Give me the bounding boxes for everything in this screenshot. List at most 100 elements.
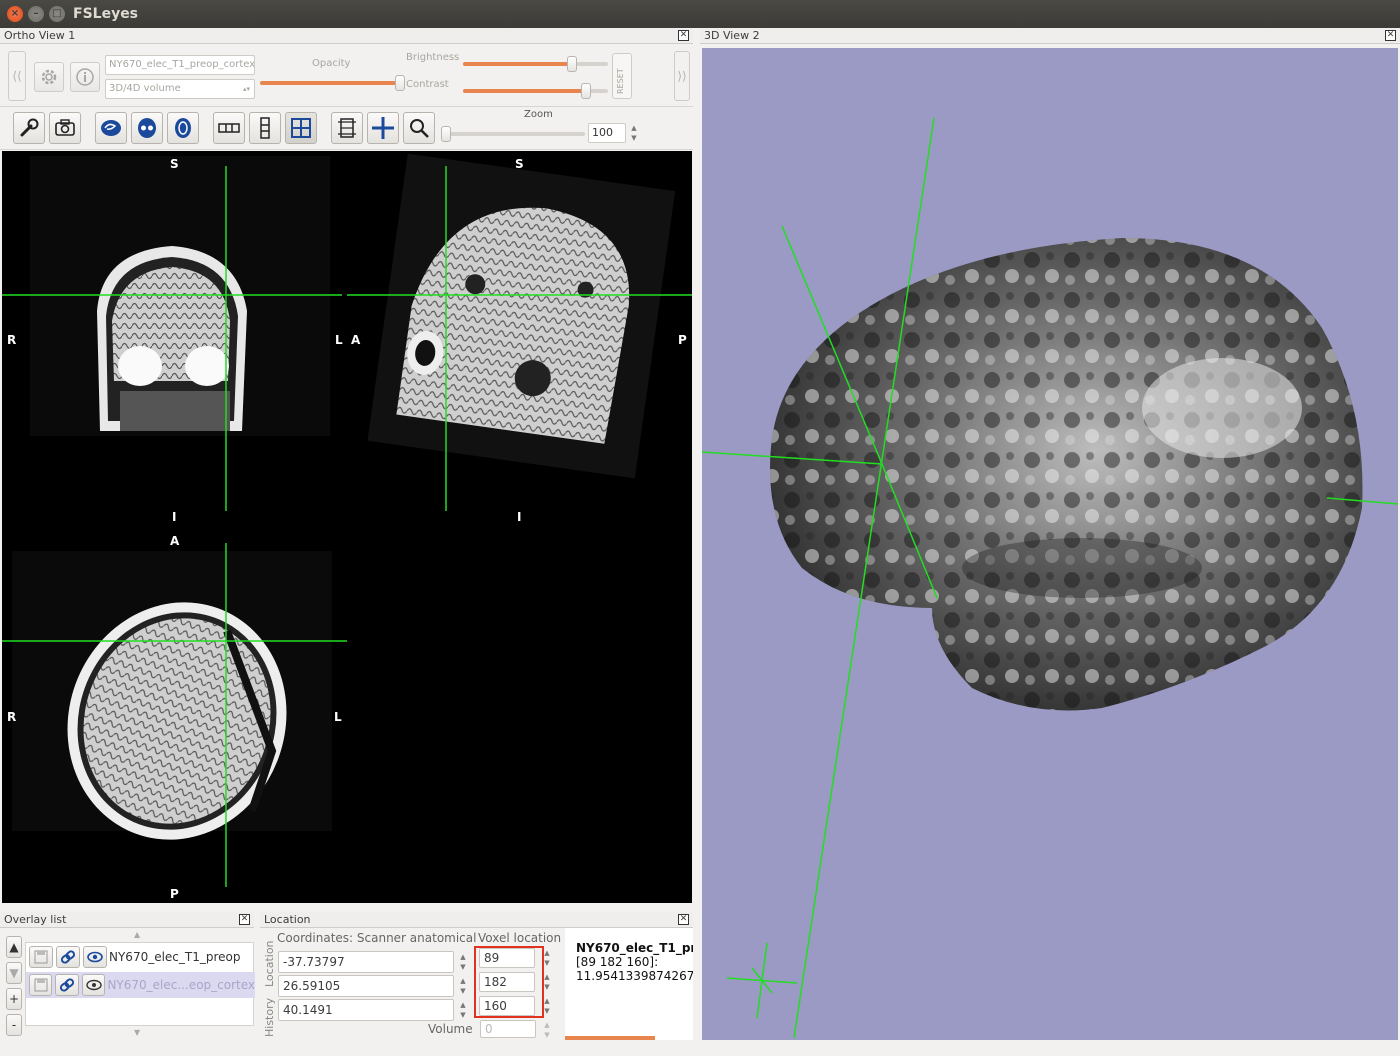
- axial-bottom-label: P: [170, 887, 179, 901]
- move-overlay-down-button[interactable]: ▼: [6, 962, 22, 984]
- ortho-view-close-button[interactable]: ✕: [678, 30, 689, 41]
- reset-button[interactable]: RESET: [612, 53, 632, 99]
- opacity-slider[interactable]: [260, 75, 405, 91]
- contrast-slider[interactable]: [463, 83, 608, 99]
- toolbar-scroll-left-button[interactable]: ⟨⟨: [8, 51, 26, 101]
- vertical-layout-button[interactable]: [249, 112, 281, 144]
- coord-z-field[interactable]: 40.1491: [278, 999, 454, 1021]
- sagittal-slice: [367, 153, 676, 479]
- brightness-slider[interactable]: [463, 56, 608, 72]
- list-scroll-down-icon[interactable]: ▼: [134, 1028, 140, 1037]
- coronal-right-label: L: [335, 333, 343, 347]
- coronal-bottom-label: I: [172, 510, 177, 524]
- overlay-list-close-button[interactable]: ✕: [239, 914, 250, 925]
- camera-icon: [55, 119, 75, 136]
- visibility-toggle-button[interactable]: [81, 974, 106, 996]
- view3d-close-button[interactable]: ✕: [1385, 30, 1396, 41]
- window-maximize-button[interactable]: □: [49, 6, 65, 22]
- window-close-button[interactable]: ×: [7, 6, 23, 22]
- link-icon: [60, 978, 75, 992]
- coord-x-spin[interactable]: ▲ ▼: [457, 952, 469, 974]
- remove-overlay-button[interactable]: -: [6, 1014, 22, 1036]
- overlay-list-item-selected[interactable]: NY670_elec...eop_cortex: [26, 972, 255, 998]
- location-close-button[interactable]: ✕: [678, 914, 689, 925]
- toggle-axial-button[interactable]: [167, 112, 199, 144]
- save-overlay-button[interactable]: [29, 946, 53, 968]
- view3d-title-bar: 3D View 2 ✕: [700, 28, 1400, 44]
- window-minimize-button[interactable]: –: [28, 6, 44, 22]
- floppy-icon: [34, 950, 48, 964]
- crosshair-icon: [372, 117, 394, 139]
- overlay-list-title-bar: Overlay list ✕: [0, 912, 254, 928]
- add-overlay-button[interactable]: +: [6, 988, 22, 1010]
- vertical-layout-icon: [260, 117, 270, 139]
- link-overlay-button[interactable]: [55, 974, 79, 996]
- volume-spin[interactable]: ▲ ▼: [541, 1020, 553, 1039]
- info-overlay-name: NY670_elec_T1_pr: [576, 941, 693, 955]
- coord-y-field[interactable]: 26.59105: [278, 975, 454, 997]
- voxel-z-field[interactable]: 160: [479, 996, 535, 1016]
- location-title: Location: [264, 913, 311, 926]
- axes-indicator: [726, 942, 798, 1019]
- toggle-sagittal-button[interactable]: [95, 112, 127, 144]
- sagittal-right-label: P: [678, 333, 687, 347]
- brain-render: [702, 117, 1398, 1039]
- toggle-cursor-button[interactable]: [367, 112, 399, 144]
- zoom-slider-thumb[interactable]: [441, 126, 451, 142]
- history-tab[interactable]: History: [263, 994, 277, 1040]
- move-overlay-up-button[interactable]: ▲: [6, 936, 22, 958]
- contrast-slider-fill: [463, 89, 587, 93]
- toggle-coronal-button[interactable]: [131, 112, 163, 144]
- voxel-x-spin[interactable]: ▲ ▼: [541, 948, 553, 970]
- reset-label: RESET: [616, 68, 625, 94]
- view-settings-button[interactable]: [13, 112, 45, 144]
- zoom-spin-button[interactable]: ▲ ▼: [628, 123, 640, 145]
- ortho-canvas[interactable]: S I R L S I A P A P R L: [2, 151, 692, 903]
- movie-mode-button[interactable]: [331, 112, 363, 144]
- horizontal-layout-icon: [218, 123, 240, 133]
- overlay-info-button[interactable]: [70, 62, 100, 92]
- overlay-name: NY670_elec...eop_cortex: [107, 978, 255, 992]
- screenshot-button[interactable]: [49, 112, 81, 144]
- coord-y-spin[interactable]: ▲ ▼: [457, 976, 469, 998]
- opacity-slider-thumb[interactable]: [395, 75, 405, 91]
- sagittal-left-label: A: [351, 333, 361, 347]
- grid-layout-button[interactable]: [285, 112, 317, 144]
- view3d-canvas[interactable]: [702, 48, 1398, 1040]
- toolbar-scroll-right-button[interactable]: ⟩⟩: [674, 51, 690, 101]
- link-overlay-button[interactable]: [56, 946, 80, 968]
- overlay-display-toolbar: ⟨⟨ NY670_elec_T1_preop_cortex 3D/4D volu…: [0, 45, 693, 107]
- reset-zoom-button[interactable]: [403, 112, 435, 144]
- overlay-name-field[interactable]: NY670_elec_T1_preop_cortex: [105, 55, 255, 75]
- voxel-y-spin[interactable]: ▲ ▼: [541, 972, 553, 994]
- overlay-type-value: 3D/4D volume: [109, 83, 181, 94]
- info-voxel-value: 11.95413398742675: [576, 969, 693, 983]
- coronal-left-label: R: [7, 333, 17, 347]
- brightness-slider-thumb[interactable]: [566, 56, 577, 72]
- ortho-view-title: Ortho View 1: [4, 29, 76, 42]
- window-title: FSLeyes: [73, 6, 139, 22]
- location-tab[interactable]: Location: [263, 934, 277, 994]
- horizontal-layout-button[interactable]: [213, 112, 245, 144]
- visibility-toggle-button[interactable]: [83, 946, 107, 968]
- link-icon: [60, 950, 76, 964]
- axial-brain-icon: [175, 118, 191, 138]
- overlay-list-item[interactable]: NY670_elec_T1_preop: [26, 944, 255, 970]
- overlay-type-select[interactable]: 3D/4D volume ▴▾: [105, 79, 255, 99]
- contrast-slider-thumb[interactable]: [581, 83, 592, 99]
- voxel-z-spin[interactable]: ▲ ▼: [541, 996, 553, 1018]
- zoom-value-field[interactable]: 100: [588, 123, 626, 143]
- volume-field[interactable]: 0: [480, 1020, 536, 1038]
- voxel-y-field[interactable]: 182: [479, 972, 535, 992]
- eye-icon: [86, 979, 102, 991]
- list-scroll-up-icon[interactable]: ▲: [134, 930, 140, 939]
- zoom-slider[interactable]: [441, 126, 585, 142]
- ortho-slices: [2, 153, 692, 887]
- voxel-x-field[interactable]: 89: [479, 948, 535, 968]
- zoom-label: Zoom: [524, 109, 553, 120]
- overlay-settings-button[interactable]: [34, 62, 64, 92]
- axial-top-label: A: [170, 534, 180, 548]
- save-overlay-button[interactable]: [29, 974, 53, 996]
- coord-z-spin[interactable]: ▲ ▼: [457, 1000, 469, 1022]
- coord-x-field[interactable]: -37.73797: [278, 951, 454, 973]
